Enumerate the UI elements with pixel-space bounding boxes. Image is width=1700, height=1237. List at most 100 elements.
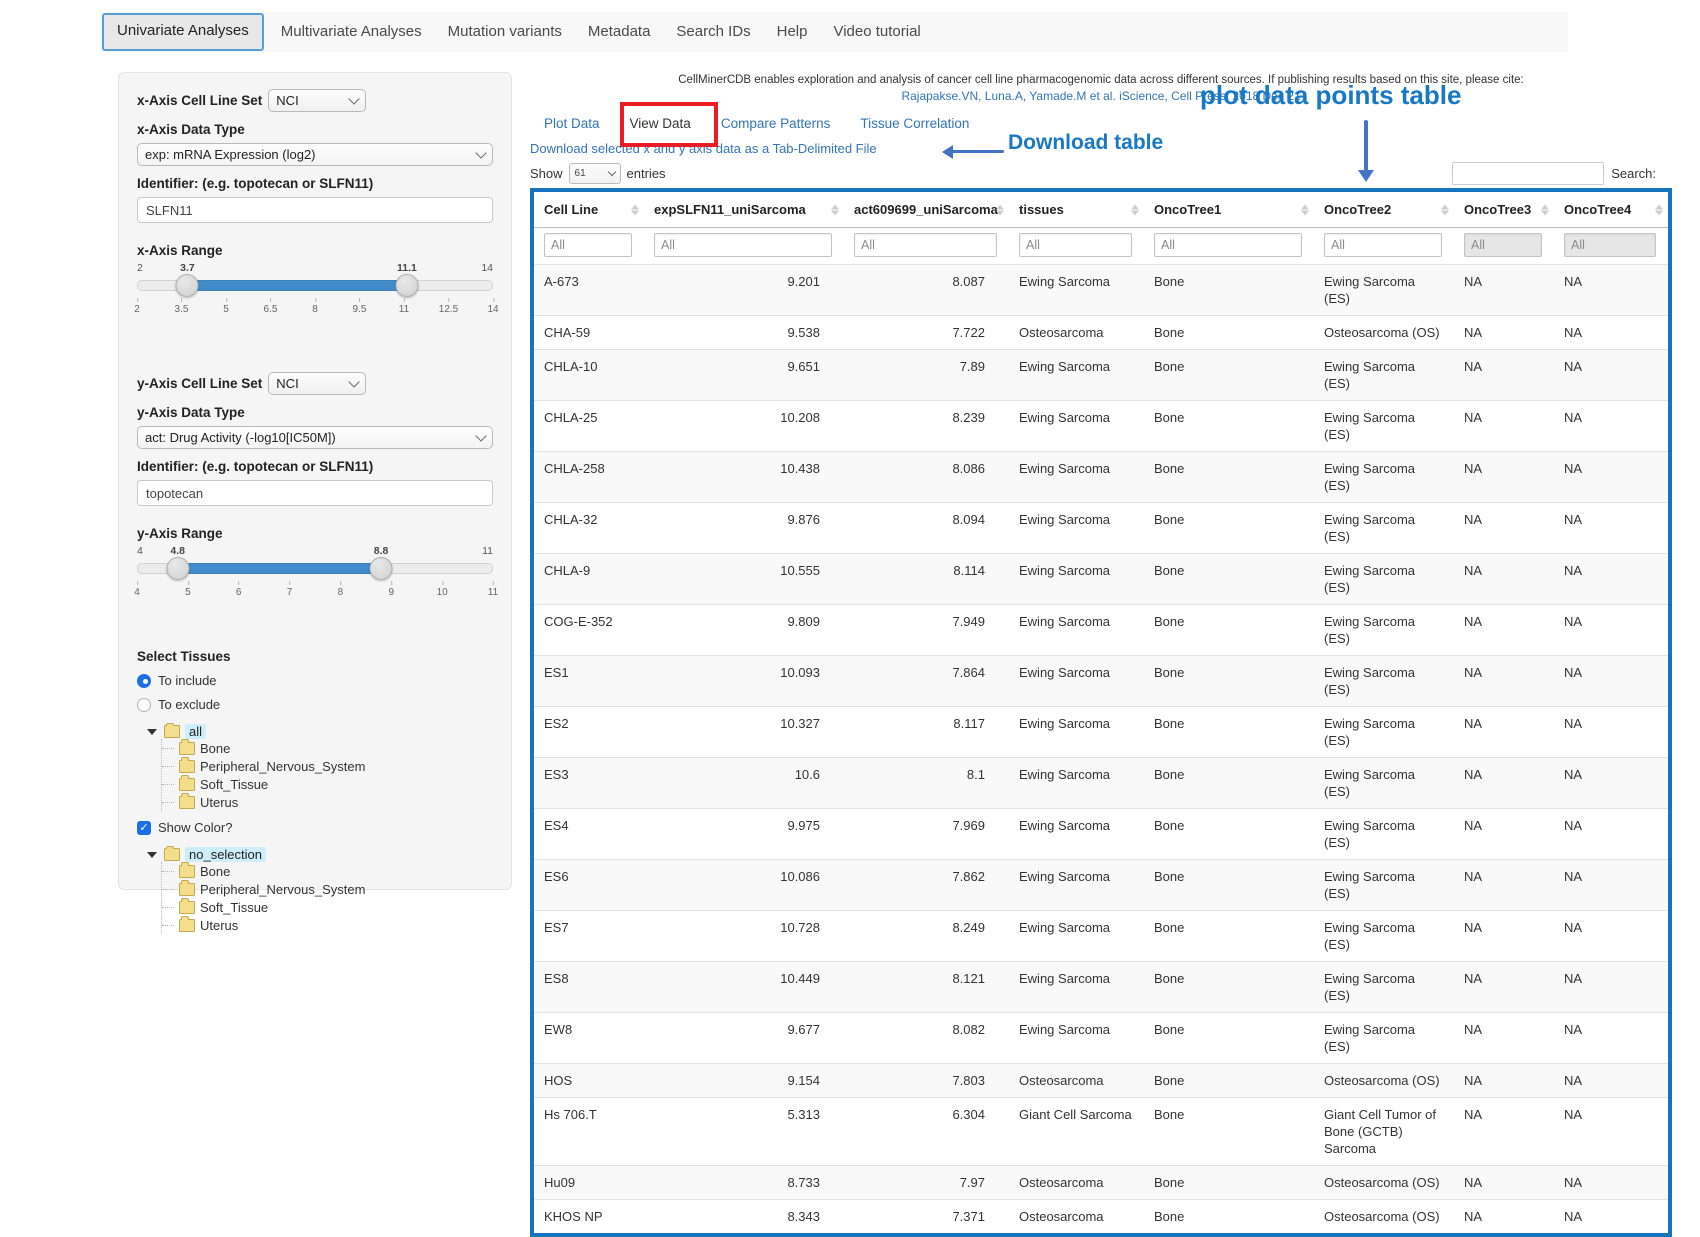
nav-item-metadata[interactable]: Metadata <box>575 14 664 50</box>
table-cell: NA <box>1554 1013 1668 1064</box>
table-cell: Bone <box>1144 265 1314 316</box>
table-cell: 8.094 <box>844 503 1009 554</box>
table-cell: Osteosarcoma (OS) <box>1314 316 1454 350</box>
table-cell: NA <box>1454 401 1554 452</box>
column-header-act609699-unisarcoma[interactable]: act609699_uniSarcoma <box>844 192 1009 228</box>
y-range-handle-high[interactable] <box>370 557 393 580</box>
y-range-handle-low[interactable] <box>166 557 189 580</box>
tree-node-soft-tissue[interactable]: Soft_Tissue <box>162 775 493 793</box>
table-cell: Ewing Sarcoma <box>1009 809 1144 860</box>
tree-node-soft-tissue[interactable]: Soft_Tissue <box>162 898 493 916</box>
table-cell: Bone <box>1144 503 1314 554</box>
x-range-handle-low[interactable] <box>176 274 199 297</box>
tree-node-peripheral-nervous-system[interactable]: Peripheral_Nervous_System <box>162 757 493 775</box>
x-axis-data-type-select[interactable]: exp: mRNA Expression (log2) <box>137 143 493 166</box>
x-axis-identifier-input[interactable] <box>137 197 493 223</box>
x-axis-cell-line-set-label: x-Axis Cell Line Set <box>137 93 262 108</box>
checkbox-checked-icon <box>137 821 151 835</box>
column-filter-input-oncotree3[interactable] <box>1464 233 1542 257</box>
tab-plot-data[interactable]: Plot Data <box>544 116 600 131</box>
tree-node-peripheral-nervous-system[interactable]: Peripheral_Nervous_System <box>162 880 493 898</box>
tree-collapse-icon[interactable] <box>147 852 157 858</box>
tree-node-label: no_selection <box>185 847 266 862</box>
table-row: CHLA-109.6517.89Ewing SarcomaBoneEwing S… <box>534 350 1668 401</box>
column-header-expslfn11-unisarcoma[interactable]: expSLFN11_uniSarcoma <box>644 192 844 228</box>
column-header-cell-line[interactable]: Cell Line <box>534 192 644 228</box>
download-tab-delimited-link[interactable]: Download selected x and y axis data as a… <box>530 141 877 156</box>
y-axis-identifier-input[interactable] <box>137 480 493 506</box>
nav-item-help[interactable]: Help <box>764 14 821 50</box>
table-cell: Ewing Sarcoma (ES) <box>1314 656 1454 707</box>
folder-icon <box>164 725 180 738</box>
tree-collapse-icon[interactable] <box>147 729 157 735</box>
column-filter-input-cell-line[interactable] <box>544 233 632 257</box>
column-filter-input-oncotree2[interactable] <box>1324 233 1442 257</box>
citation-link[interactable]: Rajapakse.VN, Luna.A, Yamade.M et al. iS… <box>530 89 1672 103</box>
table-cell: 8.114 <box>844 554 1009 605</box>
slider-high-value: 8.8 <box>374 545 389 557</box>
slider-high-value: 11.1 <box>397 262 417 274</box>
column-filter-input-oncotree4[interactable] <box>1564 233 1656 257</box>
folder-icon <box>179 778 195 791</box>
table-header-row: Cell Line expSLFN11_uniSarcoma act609699_u… <box>534 192 1668 228</box>
x-axis-cell-line-set-value: NCI <box>276 93 298 108</box>
column-filter-input-expslfn11-unisarcoma[interactable] <box>654 233 832 257</box>
table-cell: NA <box>1454 1098 1554 1166</box>
y-axis-data-type-select[interactable]: act: Drug Activity (-log10[IC50M]) <box>137 426 493 449</box>
table-cell: NA <box>1454 554 1554 605</box>
nav-item-multivariate-analyses[interactable]: Multivariate Analyses <box>268 14 435 50</box>
tree-node-all[interactable]: all <box>147 724 493 739</box>
x-axis-cell-line-set-select[interactable]: NCI <box>268 89 366 112</box>
column-header-oncotree2[interactable]: OncoTree2 <box>1314 192 1454 228</box>
column-filter-input-oncotree1[interactable] <box>1154 233 1302 257</box>
table-cell: ES8 <box>534 962 644 1013</box>
show-color-checkbox[interactable]: Show Color? <box>137 820 493 835</box>
tree-node-bone[interactable]: Bone <box>162 739 493 757</box>
table-row: Hu098.7337.97OsteosarcomaBoneOsteosarcom… <box>534 1166 1668 1200</box>
folder-icon <box>179 883 195 896</box>
tab-compare-patterns[interactable]: Compare Patterns <box>721 116 831 131</box>
column-header-oncotree1[interactable]: OncoTree1 <box>1144 192 1314 228</box>
tree-connector <box>162 871 174 872</box>
chevron-down-icon <box>349 376 360 387</box>
tissues-exclude-radio[interactable]: To exclude <box>137 697 493 712</box>
table-cell: Bone <box>1144 1200 1314 1234</box>
search-input[interactable] <box>1452 162 1604 185</box>
filter-cell <box>644 228 844 265</box>
column-header-oncotree4[interactable]: OncoTree4 <box>1554 192 1668 228</box>
tree-node-uterus[interactable]: Uterus <box>162 916 493 934</box>
tissues-include-radio[interactable]: To include <box>137 673 493 688</box>
x-range-handle-high[interactable] <box>395 274 418 297</box>
table-cell: NA <box>1554 758 1668 809</box>
table-cell: Ewing Sarcoma (ES) <box>1314 758 1454 809</box>
sort-icons <box>996 204 1004 215</box>
y-axis-cell-line-set-select[interactable]: NCI <box>268 372 366 395</box>
table-cell: Ewing Sarcoma (ES) <box>1314 605 1454 656</box>
entries-count-select[interactable]: 61 <box>569 163 621 184</box>
tab-view-data[interactable]: View Data <box>630 116 691 131</box>
download-table-annotation: Download table <box>1008 131 1163 155</box>
filter-cell <box>1314 228 1454 265</box>
column-filter-input-tissues[interactable] <box>1019 233 1132 257</box>
sort-icons <box>831 204 839 215</box>
table-cell: Bone <box>1144 809 1314 860</box>
nav-item-video-tutorial[interactable]: Video tutorial <box>820 14 933 50</box>
column-filter-input-act609699-unisarcoma[interactable] <box>854 233 997 257</box>
column-header-label: expSLFN11_uniSarcoma <box>654 202 806 217</box>
nav-item-search-ids[interactable]: Search IDs <box>663 14 763 50</box>
tab-tissue-correlation[interactable]: Tissue Correlation <box>860 116 969 131</box>
table-cell: ES2 <box>534 707 644 758</box>
tree-node-uterus[interactable]: Uterus <box>162 793 493 811</box>
column-header-oncotree3[interactable]: OncoTree3 <box>1454 192 1554 228</box>
tree-node-no-selection[interactable]: no_selection <box>147 847 493 862</box>
x-axis-range-label: x-Axis Range <box>137 243 493 258</box>
nav-item-univariate-analyses[interactable]: Univariate Analyses <box>102 13 264 51</box>
slider-tick-label: 4 <box>134 581 140 598</box>
table-cell: Bone <box>1144 707 1314 758</box>
table-cell: Bone <box>1144 401 1314 452</box>
tree-node-label: Uterus <box>200 795 238 810</box>
tree-node-bone[interactable]: Bone <box>162 862 493 880</box>
column-header-tissues[interactable]: tissues <box>1009 192 1144 228</box>
sort-icons <box>1441 204 1449 215</box>
nav-item-mutation-variants[interactable]: Mutation variants <box>435 14 575 50</box>
